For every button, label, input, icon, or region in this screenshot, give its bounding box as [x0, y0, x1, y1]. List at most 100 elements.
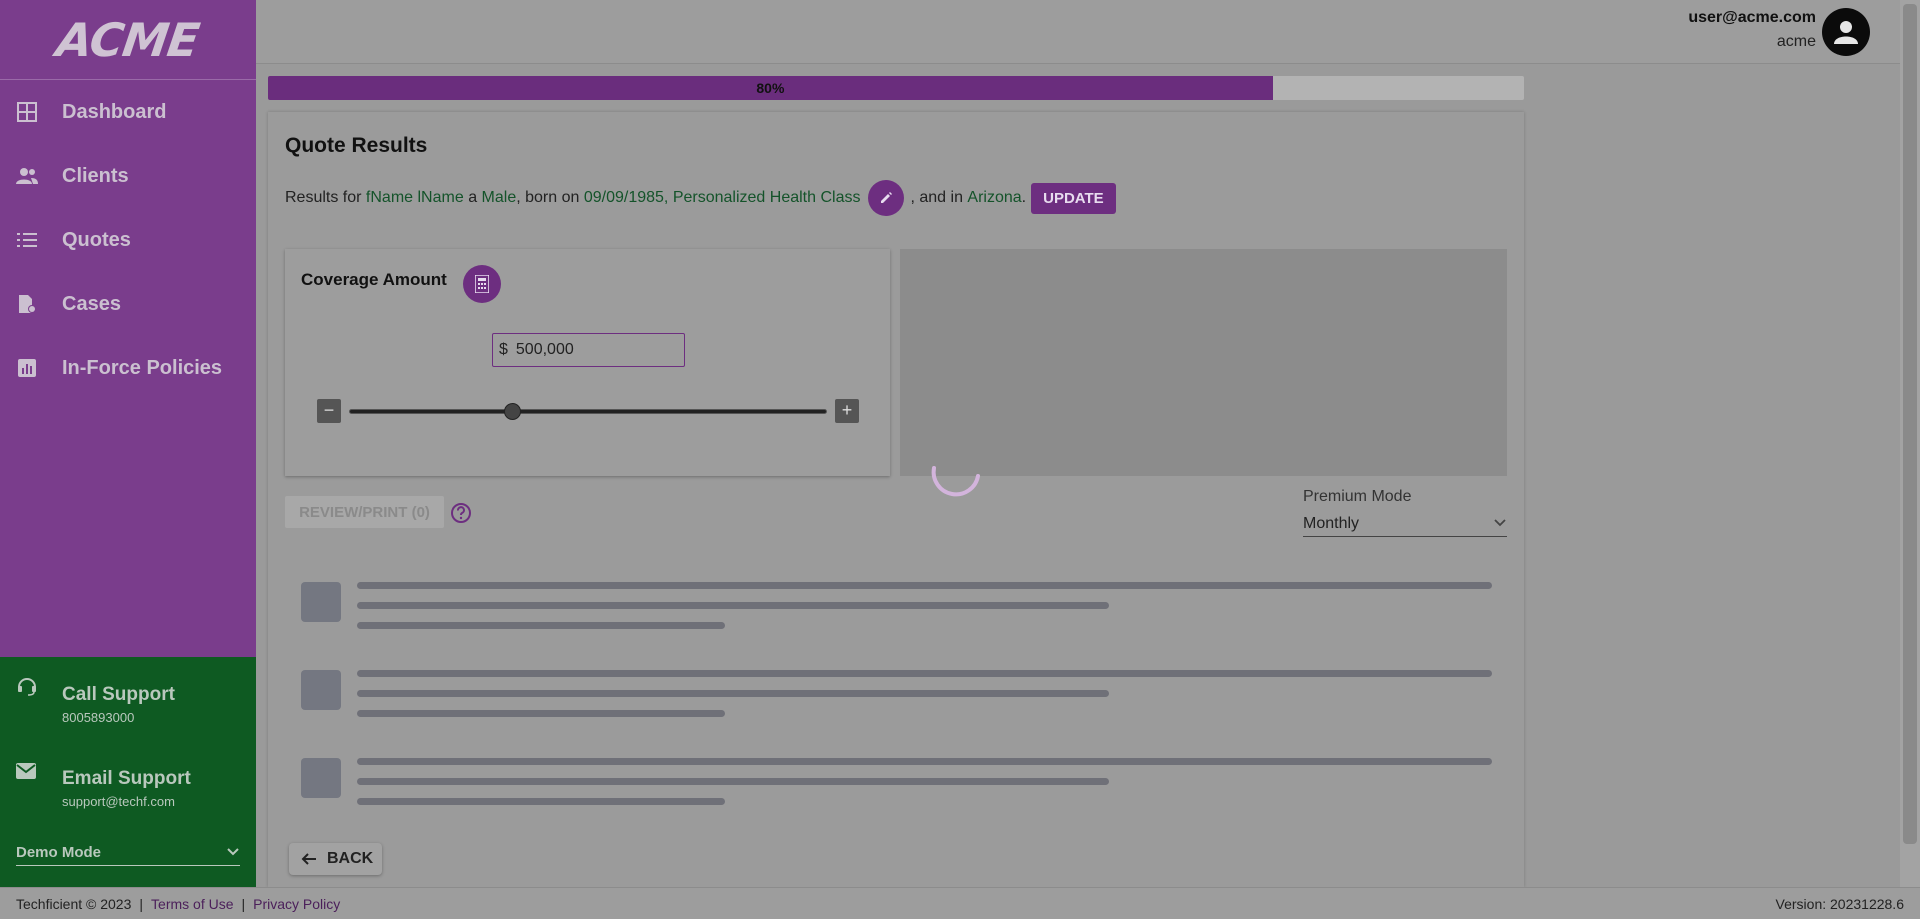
privacy-link[interactable]: Privacy Policy	[253, 896, 340, 912]
support-panel: Call Support 8005893000 Email Support su…	[0, 657, 256, 887]
sidebar-item-label: Dashboard	[62, 100, 167, 123]
skeleton-line	[357, 582, 1492, 589]
pencil-icon	[881, 192, 893, 203]
chevron-down-icon	[226, 844, 240, 861]
skeleton-avatar	[301, 758, 341, 798]
sidebar-item-label: In-Force Policies	[62, 356, 223, 379]
back-label: BACK	[327, 850, 374, 867]
decrease-button[interactable]: −	[317, 399, 341, 423]
headset-icon	[16, 675, 38, 697]
results-article: a	[468, 189, 478, 206]
case-icon	[16, 293, 38, 315]
person-icon	[1834, 21, 1858, 44]
skeleton-line	[357, 798, 725, 805]
skeleton-row	[301, 758, 1493, 828]
increase-button[interactable]: +	[835, 399, 859, 423]
terms-link[interactable]: Terms of Use	[151, 896, 233, 912]
coverage-slider[interactable]	[349, 409, 827, 414]
results-comma: ,	[663, 189, 669, 206]
results-prefix: Results for	[285, 189, 362, 206]
top-header: user@acme.com acme	[256, 0, 1900, 64]
mail-icon	[16, 759, 38, 781]
premium-mode-select[interactable]: Monthly	[1303, 511, 1507, 537]
edit-button[interactable]	[868, 180, 905, 216]
copyright: Techficient © 2023	[16, 896, 132, 912]
dashboard-icon	[16, 101, 38, 123]
coverage-amount-value: 500,000	[515, 341, 574, 358]
review-print-button[interactable]: REVIEW/PRINT (0)	[285, 496, 444, 528]
loading-spinner	[931, 466, 980, 497]
premium-mode-value: Monthly	[1303, 514, 1360, 532]
page-scrollbar[interactable]	[1900, 0, 1920, 887]
back-button[interactable]: BACK	[289, 843, 382, 875]
call-support-label: Call Support	[62, 684, 175, 705]
arrow-left-icon	[301, 853, 316, 865]
people-icon	[16, 165, 38, 187]
sidebar-item-label: Cases	[62, 292, 121, 315]
avatar[interactable]	[1822, 8, 1870, 56]
results-summary: Results for fName lName a Male, born on …	[285, 180, 1116, 216]
progress-bar: 80%	[268, 76, 1524, 100]
demo-mode-select[interactable]: Demo Mode	[16, 840, 240, 866]
skeleton-row	[301, 670, 1493, 740]
quote-results-card: Quote Results Results for fName lName a …	[268, 112, 1524, 887]
coverage-title: Coverage Amount	[301, 270, 447, 289]
skeleton-line	[357, 670, 1492, 677]
skeleton-line	[357, 602, 1109, 609]
call-support-number: 8005893000	[62, 710, 135, 725]
client-dob: 09/09/1985	[583, 189, 664, 206]
chevron-down-icon	[1493, 515, 1507, 533]
skeleton-line	[357, 758, 1492, 765]
results-period: .	[1021, 189, 1027, 206]
user-email: user@acme.com	[1688, 9, 1816, 26]
help-icon[interactable]	[450, 502, 472, 524]
skeleton-avatar	[301, 582, 341, 622]
sidebar-item-clients[interactable]: Clients	[0, 144, 256, 208]
version-label: Version: 20231228.6	[1775, 896, 1904, 912]
health-class: Personalized Health Class	[672, 189, 861, 206]
skeleton-avatar	[301, 670, 341, 710]
skeleton-line	[357, 710, 725, 717]
footer-left: Techficient © 2023 | Terms of Use | Privacy …	[16, 896, 340, 912]
skeleton-line	[357, 622, 725, 629]
sidebar-nav: Dashboard Clients Quotes Cases In-Force …	[0, 80, 256, 400]
sidebar-item-cases[interactable]: Cases	[0, 272, 256, 336]
scrollbar-thumb[interactable]	[1903, 4, 1917, 844]
list-icon	[16, 229, 38, 251]
sidebar-item-label: Clients	[62, 164, 129, 187]
sidebar: ACME Dashboard Clients Quotes Cases In-F…	[0, 0, 256, 887]
footer-separator: |	[241, 896, 246, 912]
email-support-address: support@techf.com	[62, 794, 175, 809]
footer-separator: |	[139, 896, 144, 912]
coverage-slider-thumb[interactable]	[503, 403, 521, 420]
chart-icon	[16, 357, 38, 379]
skeleton-line	[357, 690, 1109, 697]
update-button[interactable]: UPDATE	[1031, 182, 1116, 214]
premium-mode-label: Premium Mode	[1303, 488, 1412, 505]
sidebar-item-dashboard[interactable]: Dashboard	[0, 80, 256, 144]
progress-label: 80%	[756, 80, 785, 96]
calculator-button[interactable]	[463, 265, 501, 303]
coverage-panel: Coverage Amount $ 500,000 − +	[285, 249, 890, 476]
sidebar-item-label: Quotes	[62, 228, 131, 251]
sidebar-item-in-force-policies[interactable]: In-Force Policies	[0, 336, 256, 400]
call-support[interactable]: Call Support 8005893000	[0, 657, 256, 727]
user-org: acme	[1776, 33, 1816, 50]
results-born-on: , born on	[516, 189, 580, 206]
client-gender: Male	[481, 189, 517, 206]
client-name: fName lName	[365, 189, 464, 206]
results-and-in: , and in	[910, 189, 963, 206]
client-state: Arizona	[967, 189, 1022, 206]
acme-logo[interactable]: ACME	[0, 0, 256, 80]
calculator-icon	[475, 275, 489, 293]
demo-mode-value: Demo Mode	[16, 844, 102, 861]
sidebar-item-quotes[interactable]: Quotes	[0, 208, 256, 272]
coverage-amount-input[interactable]: $ 500,000	[492, 333, 685, 367]
footer: Techficient © 2023 | Terms of Use | Privacy …	[0, 887, 1920, 919]
email-support-label: Email Support	[62, 768, 191, 789]
email-support[interactable]: Email Support support@techf.com	[0, 741, 256, 811]
user-info: user@acme.com acme	[1688, 9, 1816, 51]
skeleton-line	[357, 778, 1109, 785]
skeleton-row	[301, 582, 1493, 652]
currency-symbol: $	[499, 341, 508, 358]
